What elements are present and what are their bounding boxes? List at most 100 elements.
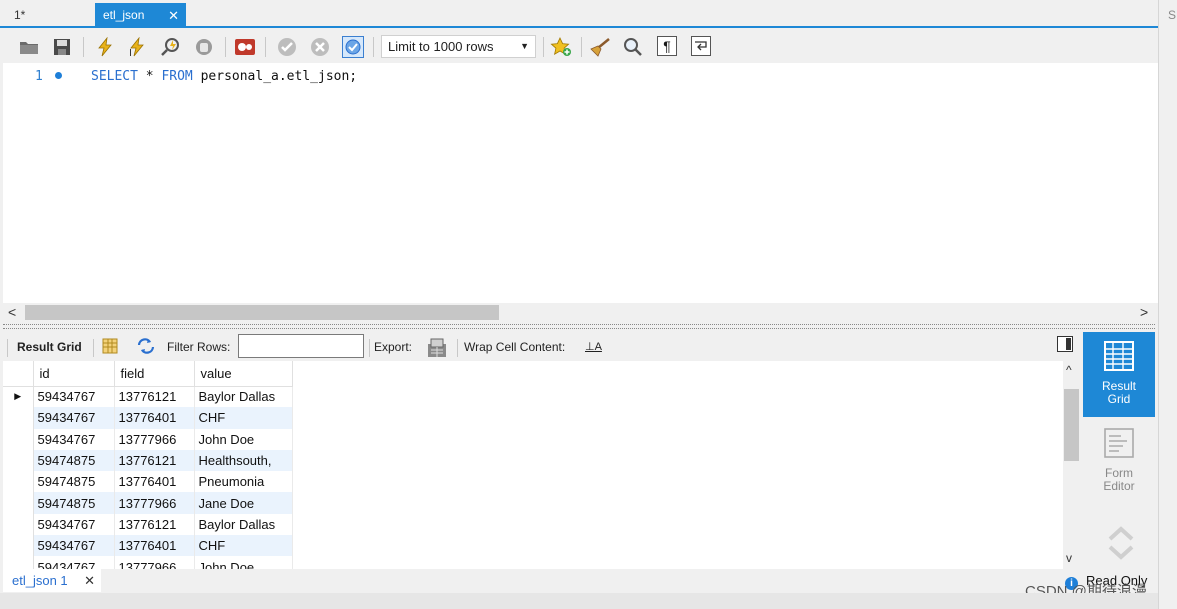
refresh-arrows-icon[interactable] (136, 338, 156, 358)
execute-lightning-icon[interactable] (94, 36, 116, 58)
cell-value[interactable]: Healthsouth, (194, 449, 293, 472)
tab-etl-json[interactable]: etl_json ✕ (95, 3, 186, 28)
export-icon[interactable] (426, 338, 448, 362)
open-folder-icon[interactable] (18, 36, 40, 58)
cell-id[interactable]: 59474875 (33, 471, 115, 493)
scrollbar-thumb[interactable] (1064, 389, 1079, 461)
toggle-continue-on-error-icon[interactable] (234, 36, 256, 58)
cell-field[interactable]: 13776401 (114, 407, 195, 429)
scroll-right-arrow-icon[interactable]: > (1140, 304, 1148, 320)
panel-scroll-chevrons-icon[interactable] (1106, 525, 1136, 561)
row-header[interactable] (3, 513, 34, 536)
column-header-value[interactable]: value (194, 361, 293, 387)
row-header[interactable]: ▶ (3, 386, 34, 408)
cell-id[interactable]: 59434767 (33, 407, 115, 429)
sql-editor-toolbar: I Limit to 1000 rows ▼ ¶ (0, 30, 1158, 63)
toolbar-separator (543, 37, 544, 57)
find-magnifier-icon[interactable] (622, 36, 644, 58)
cell-id[interactable]: 59474875 (33, 449, 115, 472)
commit-check-icon[interactable] (276, 36, 298, 58)
pane-splitter[interactable] (3, 324, 1155, 329)
result-toolbar: Result Grid Filter Rows: Export: Wrap Ce… (3, 333, 1078, 361)
limit-rows-select[interactable]: Limit to 1000 rows ▼ (381, 35, 536, 58)
table-row[interactable]: 59434767 13776401 CHF (3, 535, 293, 557)
toggle-side-panel-icon[interactable] (1057, 336, 1073, 352)
invisible-chars-pilcrow-icon[interactable]: ¶ (657, 36, 677, 56)
stop-hand-icon[interactable] (193, 36, 215, 58)
cell-id[interactable]: 59434767 (33, 513, 115, 536)
tab-query-1[interactable]: 1* (6, 3, 33, 28)
explain-magnifier-icon[interactable] (160, 36, 182, 58)
cell-id[interactable]: 59434767 (33, 386, 115, 408)
table-row[interactable]: 59434767 13776121 Baylor Dallas (3, 513, 293, 536)
cell-field[interactable]: 13776121 (114, 513, 195, 536)
cell-field[interactable]: 13777966 (114, 556, 195, 569)
grid-layout-icon[interactable] (102, 338, 118, 358)
row-header[interactable] (3, 449, 34, 472)
row-header[interactable] (3, 428, 34, 450)
row-header[interactable] (3, 535, 34, 557)
editor-horizontal-scrollbar[interactable]: < > (3, 303, 1158, 322)
scroll-left-arrow-icon[interactable]: < (8, 304, 16, 320)
cell-field[interactable]: 13776401 (114, 535, 195, 557)
toolbar-separator (457, 339, 458, 357)
row-header-corner (3, 361, 34, 387)
cell-value[interactable]: John Doe (194, 428, 293, 450)
row-header[interactable] (3, 556, 34, 569)
table-row[interactable]: ▶ 59434767 13776121 Baylor Dallas (3, 386, 293, 408)
row-header[interactable] (3, 407, 34, 429)
word-wrap-icon[interactable] (691, 36, 711, 56)
cell-field[interactable]: 13776401 (114, 471, 195, 493)
execute-cursor-icon[interactable]: I (127, 36, 149, 58)
wrap-cell-content-icon[interactable]: ⊥A (585, 340, 602, 353)
sql-statement[interactable]: SELECT * FROM personal_a.etl_json; (91, 69, 357, 84)
cell-field[interactable]: 13776121 (114, 449, 195, 472)
form-editor-view-button[interactable]: Form Editor (1083, 419, 1155, 504)
close-icon[interactable]: ✕ (168, 3, 179, 28)
result-grid-view-button[interactable]: Result Grid (1083, 332, 1155, 417)
cell-value[interactable]: CHF (194, 407, 293, 429)
sql-editor[interactable]: 1 SELECT * FROM personal_a.etl_json; (3, 63, 1158, 303)
table-row[interactable]: 59434767 13776401 CHF (3, 407, 293, 429)
scroll-down-arrow-icon[interactable]: v (1066, 551, 1072, 565)
column-header-field[interactable]: field (114, 361, 195, 387)
cell-value[interactable]: Pneumonia (194, 471, 293, 493)
row-header[interactable] (3, 492, 34, 514)
cell-value[interactable]: Baylor Dallas (194, 513, 293, 536)
cell-value[interactable]: Baylor Dallas (194, 386, 293, 408)
sql-keyword-from: FROM (161, 69, 193, 84)
close-icon[interactable]: ✕ (84, 569, 95, 592)
form-editor-icon (1104, 428, 1134, 458)
line-number: 1 (35, 69, 43, 84)
beautify-broom-icon[interactable] (589, 36, 611, 58)
table-row[interactable]: 59474875 13776121 Healthsouth, (3, 449, 293, 472)
scrollbar-thumb[interactable] (25, 305, 499, 320)
filter-rows-input[interactable] (238, 334, 364, 358)
rollback-x-icon[interactable] (309, 36, 331, 58)
cell-field[interactable]: 13777966 (114, 492, 195, 514)
cell-value[interactable]: John Doe (194, 556, 293, 569)
grid-vertical-scrollbar[interactable]: ^ v (1063, 361, 1080, 569)
result-grid[interactable]: id field value ▶ 59434767 13776121 Baylor D… (3, 361, 1063, 569)
table-row[interactable]: 59434767 13777966 John Doe (3, 428, 293, 450)
cell-field[interactable]: 13777966 (114, 428, 195, 450)
table-row[interactable]: 59474875 13777966 Jane Doe (3, 492, 293, 514)
cell-value[interactable]: CHF (194, 535, 293, 557)
result-grid-label[interactable]: Result Grid (17, 340, 82, 354)
cell-value[interactable]: Jane Doe (194, 492, 293, 514)
toolbar-separator (265, 37, 266, 57)
table-row[interactable]: 59434767 13777966 John Doe (3, 556, 293, 569)
result-tab-etl-json-1[interactable]: etl_json 1 ✕ (3, 569, 101, 592)
column-header-id[interactable]: id (33, 361, 115, 387)
scroll-up-arrow-icon[interactable]: ^ (1066, 363, 1072, 377)
save-icon[interactable] (51, 36, 73, 58)
table-row[interactable]: 59474875 13776401 Pneumonia (3, 471, 293, 493)
cell-id[interactable]: 59434767 (33, 535, 115, 557)
cell-id[interactable]: 59474875 (33, 492, 115, 514)
add-snippet-star-icon[interactable] (550, 36, 572, 58)
cell-id[interactable]: 59434767 (33, 556, 115, 569)
cell-id[interactable]: 59434767 (33, 428, 115, 450)
autocommit-toggle-icon[interactable] (342, 36, 364, 58)
row-header[interactable] (3, 471, 34, 493)
cell-field[interactable]: 13776121 (114, 386, 195, 408)
